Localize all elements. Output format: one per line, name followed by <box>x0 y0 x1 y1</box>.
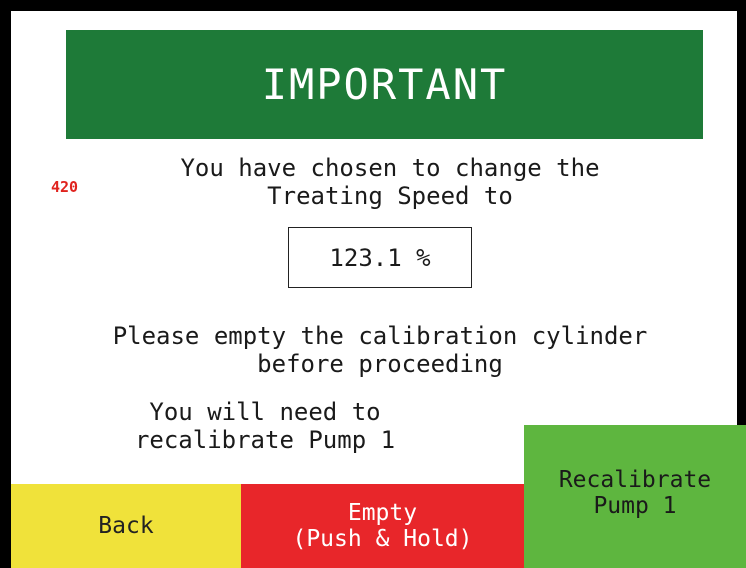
treating-speed-value: 123.1 % <box>288 227 472 288</box>
recalibrate-pump-button[interactable]: Recalibrate Pump 1 <box>524 425 746 568</box>
important-banner: IMPORTANT <box>66 30 703 139</box>
empty-push-hold-button[interactable]: Empty (Push & Hold) <box>241 484 524 568</box>
screen-code: 420 <box>51 178 79 196</box>
bezel-top <box>0 0 746 11</box>
empty-cylinder-message: Please empty the calibration cylinder be… <box>112 322 648 378</box>
touch-screen: IMPORTANT 420 You have chosen to change … <box>0 0 746 568</box>
back-button[interactable]: Back <box>11 484 241 568</box>
recalibrate-message: You will need to recalibrate Pump 1 <box>134 398 396 454</box>
bezel-left <box>0 0 11 568</box>
speed-change-message: You have chosen to change the Treating S… <box>180 154 600 210</box>
